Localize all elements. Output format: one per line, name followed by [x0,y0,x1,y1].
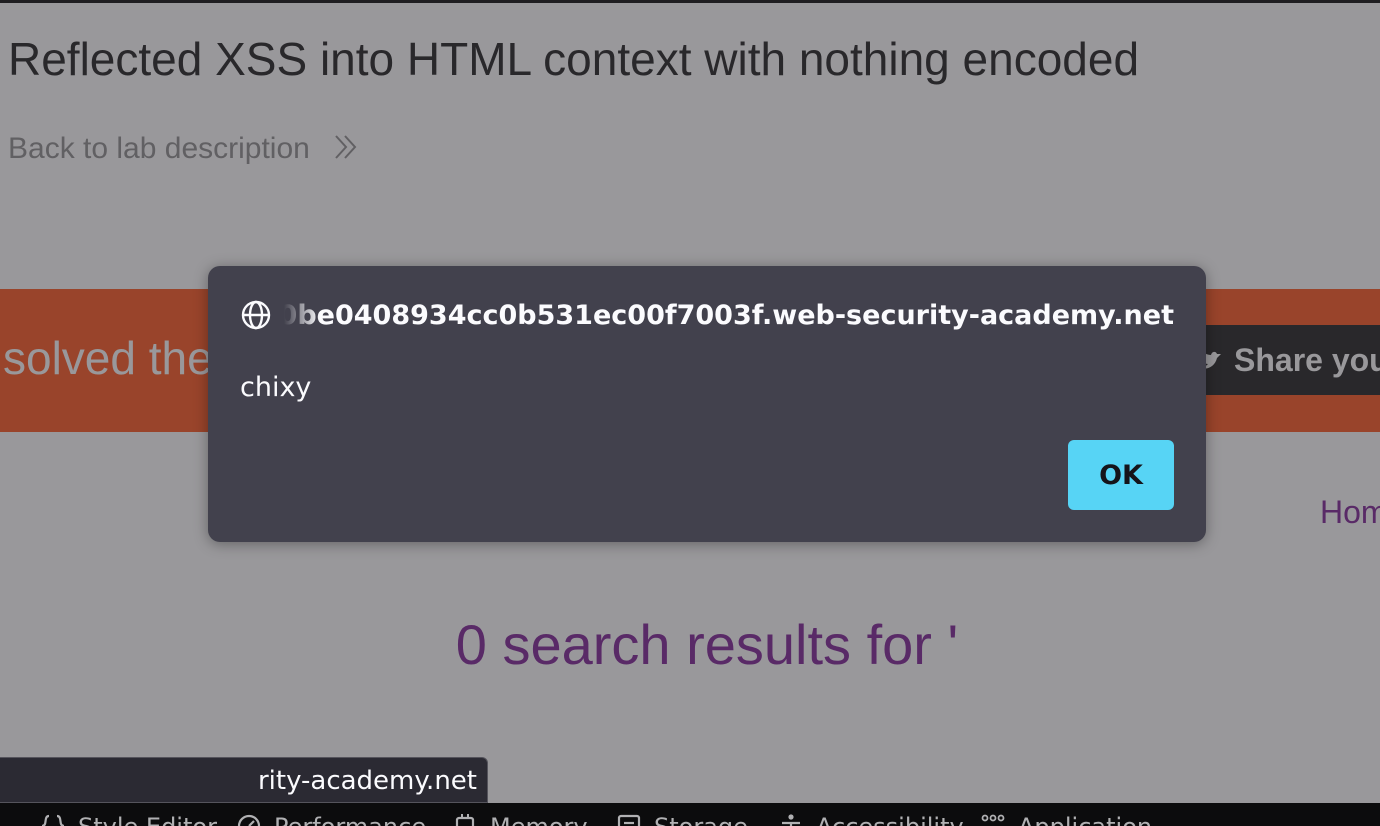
tab-style-editor[interactable]: Style Editor [40,812,217,826]
status-bar-url: rity-academy.net [257,766,477,796]
memory-icon [455,814,475,826]
style-editor-icon [41,814,65,826]
tab-label: Performance [274,813,426,826]
application-icon [981,814,1005,822]
performance-icon [237,814,261,826]
devtools-toolbar: Style Editor Performance Memory Storage … [0,803,1380,826]
dialog-message: chixy [240,372,312,403]
tab-memory[interactable]: Memory [452,812,588,826]
origin-fade [284,298,320,334]
accessibility-icon [782,814,800,826]
tab-label: Style Editor [78,813,217,826]
storage-icon [617,814,641,826]
dialog-origin-host: 2000be0408934cc0b531ec00f7003f.web-secur… [284,300,1174,331]
alert-dialog: )a2000be0408934cc0b531ec00f7003f.web-sec… [208,266,1206,542]
ok-button[interactable]: OK [1068,440,1174,510]
tab-label: Storage [654,813,748,826]
tab-label: Accessibility [816,813,964,826]
tab-storage[interactable]: Storage [616,812,748,826]
tab-label: Memory [490,813,588,826]
globe-icon [241,300,271,330]
status-bar: rity-academy.net [0,757,488,803]
dialog-origin: )a2000be0408934cc0b531ec00f7003f.web-sec… [284,298,1184,334]
tab-accessibility[interactable]: Accessibility [778,812,964,826]
tab-performance[interactable]: Performance [236,812,426,826]
tab-label: Application [1018,813,1152,826]
tab-application[interactable]: Application [980,812,1152,826]
